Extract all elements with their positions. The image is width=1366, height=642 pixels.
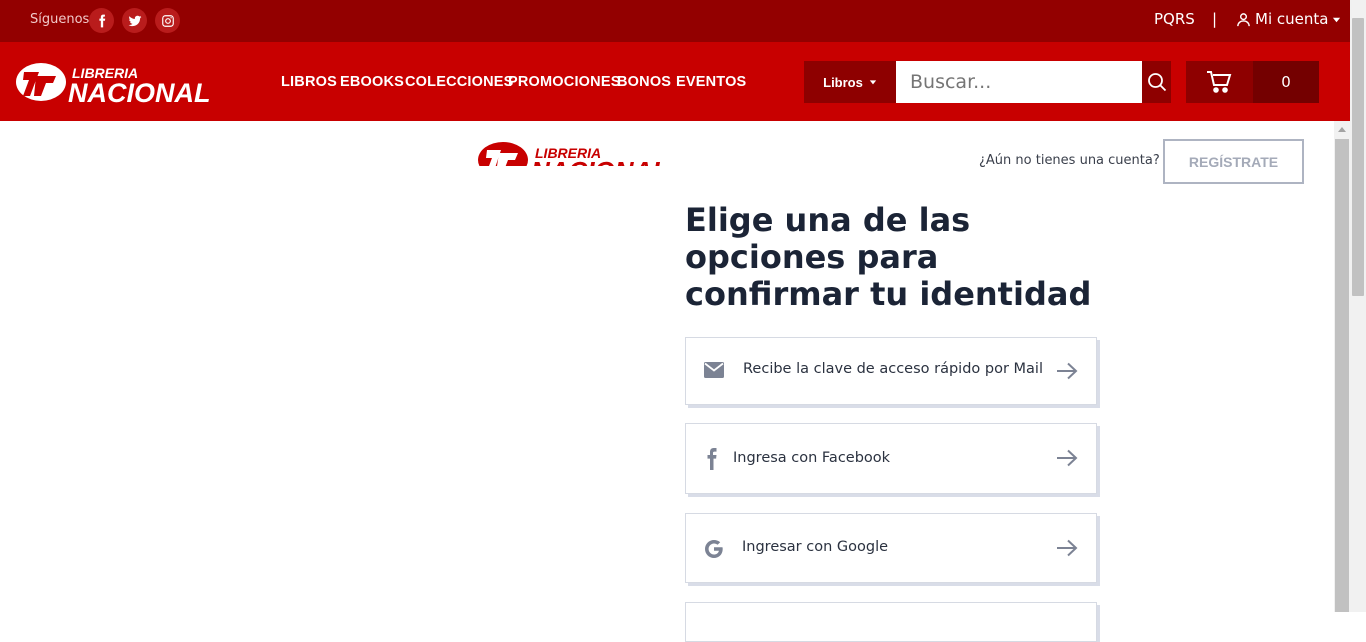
arrow-right-icon — [1057, 539, 1078, 557]
google-login-option[interactable]: Ingresar con Google — [685, 513, 1097, 583]
register-button[interactable]: REGÍSTRATE — [1163, 139, 1304, 184]
svg-text:NACIONAL: NACIONAL — [531, 156, 668, 166]
svg-text:NACIONAL: NACIONAL — [68, 78, 211, 104]
content-logo: LIBRERIA NACIONAL — [477, 140, 677, 166]
follow-us-label: Síguenos — [30, 12, 90, 27]
mail-option-label: Recibe la clave de acceso rápido por Mai… — [743, 361, 1043, 377]
cart-button[interactable]: 0 — [1186, 61, 1319, 103]
arrow-right-icon — [1057, 449, 1078, 467]
scroll-up-arrow-icon[interactable] — [1338, 127, 1346, 132]
search-input[interactable] — [896, 61, 1142, 103]
nav-bonos[interactable]: BONOS — [617, 74, 671, 90]
libreria-nacional-logo[interactable]: LIBRERIA NACIONAL — [14, 62, 220, 108]
google-option-label: Ingresar con Google — [742, 539, 889, 555]
no-account-text: ¿Aún no tienes una cuenta? — [979, 153, 1160, 168]
my-account-menu[interactable]: Mi cuenta — [1236, 10, 1341, 28]
nav-ebooks[interactable]: EBOOKS — [340, 74, 404, 90]
content-scrollbar[interactable] — [1334, 121, 1350, 612]
user-icon — [1237, 12, 1250, 26]
mail-icon — [704, 362, 724, 378]
search-button[interactable] — [1142, 61, 1171, 103]
instagram-icon — [161, 14, 174, 27]
nav-colecciones[interactable]: COLECCIONES — [405, 74, 514, 90]
page-scrollbar[interactable] — [1350, 0, 1366, 612]
twitter-social-link[interactable] — [122, 8, 147, 33]
top-bar: Síguenos PQRS | Mi cuenta — [0, 0, 1366, 42]
cart-count: 0 — [1253, 61, 1319, 103]
caret-down-icon — [869, 80, 877, 85]
nav-libros[interactable]: LIBROS — [281, 74, 337, 90]
page-scroll-thumb[interactable] — [1352, 18, 1364, 296]
facebook-option-label: Ingresa con Facebook — [733, 450, 891, 466]
nav-eventos[interactable]: EVENTOS — [676, 74, 746, 90]
search-icon — [1147, 73, 1166, 92]
google-icon — [704, 539, 724, 559]
my-account-label: Mi cuenta — [1255, 10, 1329, 28]
facebook-icon — [98, 14, 105, 27]
nav-promociones[interactable]: PROMOCIONES — [508, 74, 621, 90]
arrow-right-icon — [1057, 362, 1078, 380]
content-scroll-thumb[interactable] — [1335, 139, 1349, 612]
page-title: Elige una de las opciones para confirmar… — [685, 201, 1092, 313]
main-navbar: LIBRERIA NACIONAL LIBROS EBOOKS COLECCIO… — [0, 42, 1366, 121]
search-category-select[interactable]: Libros — [804, 61, 896, 103]
facebook-icon — [705, 448, 717, 470]
facebook-login-option[interactable]: Ingresa con Facebook — [685, 423, 1097, 494]
caret-down-icon — [1333, 17, 1341, 22]
pqrs-link[interactable]: PQRS — [1154, 10, 1195, 28]
additional-login-option[interactable] — [685, 602, 1097, 642]
instagram-social-link[interactable] — [155, 8, 180, 33]
search-category-label: Libros — [823, 74, 863, 90]
cart-icon — [1207, 71, 1232, 93]
mail-login-option[interactable]: Recibe la clave de acceso rápido por Mai… — [685, 337, 1097, 405]
facebook-social-link[interactable] — [89, 8, 114, 33]
topbar-separator: | — [1212, 10, 1218, 28]
twitter-icon — [128, 15, 141, 26]
